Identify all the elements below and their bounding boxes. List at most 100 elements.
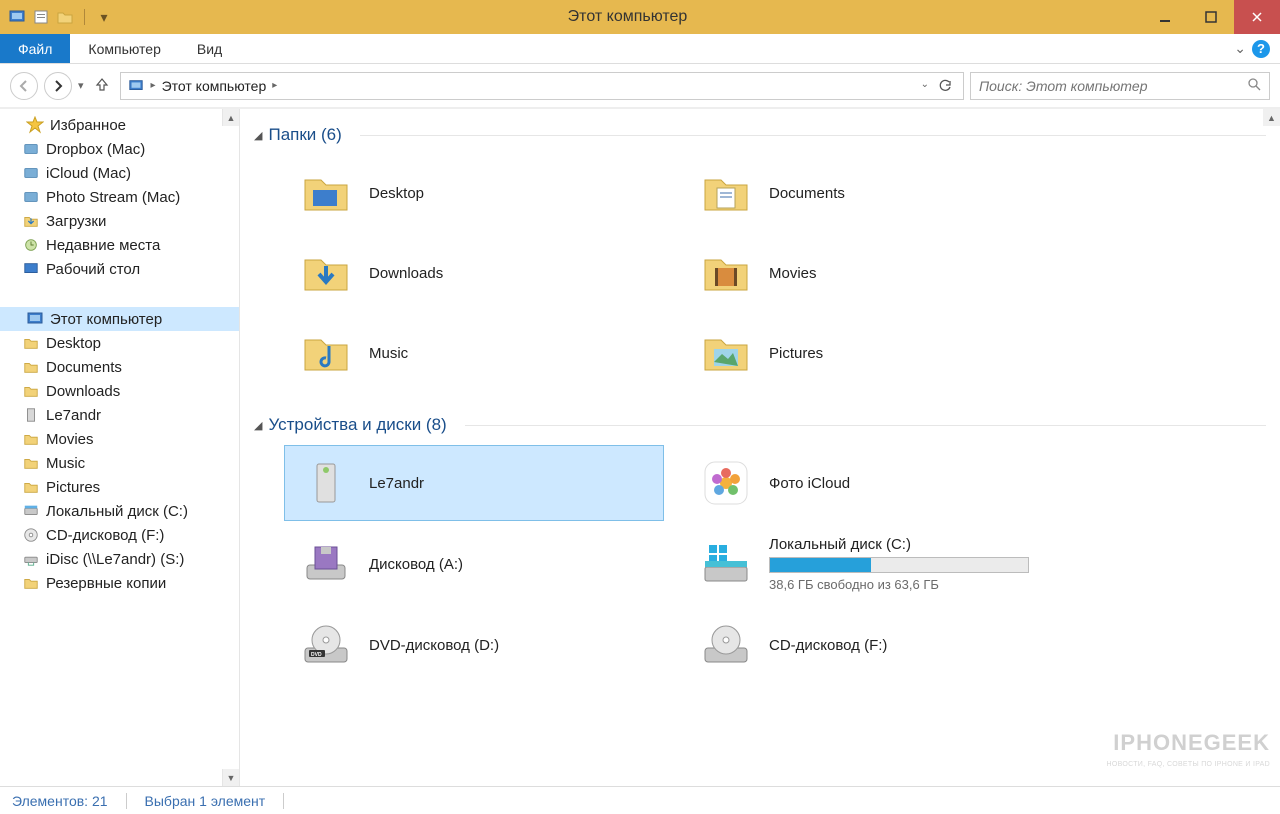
address-history-icon[interactable]: ⌄ [921, 79, 929, 93]
chevron-right-icon[interactable]: ▸ [151, 80, 156, 91]
item-label: CD-дисковод (F:) [769, 637, 887, 654]
sidebar-item[interactable]: Documents [0, 355, 239, 379]
folder-desktop[interactable]: Desktop [284, 155, 664, 231]
documents-folder-icon [699, 166, 753, 220]
sidebar-item[interactable]: Резервные копии [0, 571, 239, 595]
folder-pictures[interactable]: Pictures [684, 315, 1064, 391]
sidebar-item-label: iCloud (Mac) [46, 165, 131, 182]
sidebar-item-label: Dropbox (Mac) [46, 141, 145, 158]
device-icloud-photos[interactable]: Фото iCloud [684, 445, 1064, 521]
folder-downloads[interactable]: Downloads [284, 235, 664, 311]
device-le7andr[interactable]: Le7andr [284, 445, 664, 521]
sidebar-item-label: Этот компьютер [50, 311, 162, 328]
sidebar-item-dropbox[interactable]: Dropbox (Mac) [0, 137, 239, 161]
sidebar-item-desktop[interactable]: Рабочий стол [0, 257, 239, 281]
sidebar-favorites[interactable]: Избранное [0, 113, 239, 137]
sidebar-item-label: Music [46, 455, 85, 472]
sidebar-thispc[interactable]: Этот компьютер [0, 307, 239, 331]
disk-usage-text: 38,6 ГБ свободно из 63,6 ГБ [769, 577, 1049, 592]
search-icon[interactable] [1247, 77, 1261, 94]
chevron-right-icon[interactable]: ▸ [272, 80, 277, 91]
folder-music[interactable]: Music [284, 315, 664, 391]
folder-movies[interactable]: Movies [684, 235, 1064, 311]
sidebar-item[interactable]: Desktop [0, 331, 239, 355]
properties-icon[interactable] [32, 8, 50, 26]
maximize-button[interactable] [1188, 0, 1234, 34]
star-icon [26, 116, 44, 134]
desktop-folder-icon [299, 166, 353, 220]
sidebar-item-label: CD-дисковод (F:) [46, 527, 164, 544]
item-label: Movies [769, 265, 817, 282]
scroll-up-icon[interactable]: ▲ [222, 109, 239, 126]
back-button[interactable] [10, 72, 38, 100]
folder-icon [22, 358, 40, 376]
item-label: Фото iCloud [769, 475, 850, 492]
tab-view[interactable]: Вид [179, 34, 240, 63]
sidebar-item[interactable]: Movies [0, 427, 239, 451]
sidebar-item-recent[interactable]: Недавние места [0, 233, 239, 257]
watermark: IPHONEGEEK [1113, 730, 1270, 756]
ribbon-expand-icon[interactable]: ⌄ [1234, 40, 1246, 57]
scroll-down-icon[interactable]: ▼ [222, 769, 239, 786]
tab-computer[interactable]: Компьютер [70, 34, 178, 63]
scroll-up-icon[interactable]: ▲ [1263, 109, 1280, 126]
sidebar-item-icloud[interactable]: iCloud (Mac) [0, 161, 239, 185]
folder-documents[interactable]: Documents [684, 155, 1064, 231]
sidebar-item[interactable]: Music [0, 451, 239, 475]
device-icon [299, 456, 353, 510]
refresh-button[interactable] [933, 79, 957, 93]
sidebar-item-label: Pictures [46, 479, 100, 496]
minimize-button[interactable] [1142, 0, 1188, 34]
device-floppy-a[interactable]: Дисковод (A:) [284, 525, 664, 603]
sidebar-item-photostream[interactable]: Photo Stream (Mac) [0, 185, 239, 209]
section-title: Папки (6) [268, 125, 341, 145]
help-icon[interactable]: ? [1252, 40, 1270, 58]
qat-dropdown-icon[interactable]: ▾ [95, 8, 113, 26]
folder-icon [22, 454, 40, 472]
device-cd-f[interactable]: CD-дисковод (F:) [684, 607, 1064, 683]
titlebar: ▾ Этот компьютер [0, 0, 1280, 34]
dvd-drive-icon: DVD [299, 618, 353, 672]
sidebar-item-label: Локальный диск (C:) [46, 503, 188, 520]
collapse-icon: ◢ [254, 419, 262, 432]
sidebar-item-label: Недавние места [46, 237, 160, 254]
sidebar-item[interactable]: Локальный диск (C:) [0, 499, 239, 523]
svg-text:DVD: DVD [311, 652, 322, 658]
window-title: Этот компьютер [113, 8, 1142, 26]
up-button[interactable] [90, 76, 114, 95]
sidebar-item[interactable]: iDisc (\\Le7andr) (S:) [0, 547, 239, 571]
local-disk-icon [699, 537, 753, 591]
system-icon[interactable] [8, 8, 26, 26]
content-pane: ▲ ◢ Папки (6) Desktop Documents Download… [240, 109, 1280, 786]
collapse-icon: ◢ [254, 129, 262, 142]
sidebar-item-label: Downloads [46, 383, 120, 400]
sidebar-item-label: Le7andr [46, 407, 101, 424]
folder-icon [22, 574, 40, 592]
device-dvd-d[interactable]: DVDDVD-дисковод (D:) [284, 607, 664, 683]
sidebar-item[interactable]: CD-дисковод (F:) [0, 523, 239, 547]
sidebar-item[interactable]: Pictures [0, 475, 239, 499]
recent-dropdown-icon[interactable]: ▾ [78, 79, 84, 92]
new-folder-icon[interactable] [56, 8, 74, 26]
item-label: Downloads [369, 265, 443, 282]
breadcrumb-root[interactable]: Этот компьютер [162, 78, 267, 94]
movies-folder-icon [699, 246, 753, 300]
address-bar[interactable]: ▸ Этот компьютер ▸ ⌄ [120, 72, 964, 100]
section-folders[interactable]: ◢ Папки (6) [254, 117, 1266, 149]
sidebar-item-downloads[interactable]: Загрузки [0, 209, 239, 233]
device-disk-c[interactable]: Локальный диск (C:) 38,6 ГБ свободно из … [684, 525, 1064, 603]
search-box[interactable] [970, 72, 1270, 100]
sidebar-item-label: Резервные копии [46, 575, 166, 592]
tab-file[interactable]: Файл [0, 34, 70, 63]
music-folder-icon [299, 326, 353, 380]
sidebar-item-label: Избранное [50, 117, 126, 134]
close-button[interactable] [1234, 0, 1280, 34]
forward-button[interactable] [44, 72, 72, 100]
status-bar: Элементов: 21 Выбран 1 элемент [0, 786, 1280, 814]
pc-icon [26, 310, 44, 328]
sidebar-item[interactable]: Le7andr [0, 403, 239, 427]
search-input[interactable] [979, 78, 1247, 94]
section-devices[interactable]: ◢ Устройства и диски (8) [254, 407, 1266, 439]
pc-icon [127, 77, 145, 95]
sidebar-item[interactable]: Downloads [0, 379, 239, 403]
